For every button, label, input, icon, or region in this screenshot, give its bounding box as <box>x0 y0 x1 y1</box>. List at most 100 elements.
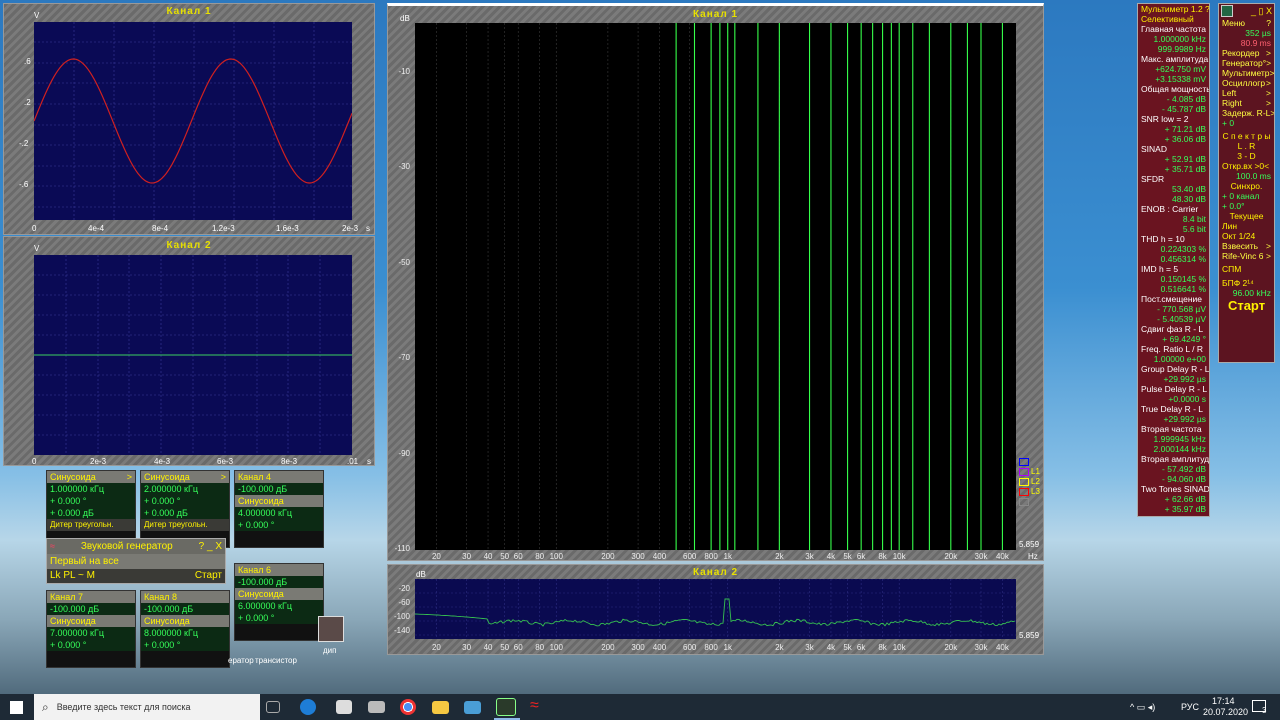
gen-1-amplitude[interactable]: + 0.000 дБ <box>47 507 135 519</box>
gen-2-phase[interactable]: + 0.000 ° <box>141 495 229 507</box>
generator-channel-6[interactable]: Канал 6 -100.000 дБ Синусоида 6.000000 к… <box>234 563 324 641</box>
fft-2-xtick: 20k <box>944 643 958 652</box>
gen-1-waveform[interactable]: Синусоида > <box>47 471 135 483</box>
gen-8-waveform[interactable]: Синусоида <box>141 615 229 627</box>
desktop-icon-image[interactable] <box>318 616 344 642</box>
fft-1-plot[interactable] <box>415 23 1016 550</box>
notification-badge: 3 <box>1262 706 1267 715</box>
gen-2-frequency[interactable]: 2.000000 кГц <box>141 483 229 495</box>
gen-6-phase[interactable]: + 0.000 ° <box>235 612 323 624</box>
gen-4-frequency[interactable]: 4.000000 кГц <box>235 507 323 519</box>
menu-sync[interactable]: Синхро. <box>1219 181 1274 191</box>
taskbar-search-box[interactable]: ⌕ Введите здесь текст для поиска <box>34 694 260 720</box>
fft-1-xtick: 10k <box>892 552 906 561</box>
start-button[interactable]: Старт <box>1219 298 1274 314</box>
gen-7-frequency[interactable]: 7.000000 кГц <box>47 627 135 639</box>
app-icon[interactable] <box>1221 5 1233 17</box>
menu-sync1[interactable]: + 0 канал <box>1219 191 1274 201</box>
menu-sync2[interactable]: + 0.0° <box>1219 201 1274 211</box>
generator-channel-7[interactable]: Канал 7 -100.000 дБ Синусоида 7.000000 к… <box>46 590 136 668</box>
generator-channel-4[interactable]: Канал 4 -100.000 дБ Синусоида 4.000000 к… <box>234 470 324 548</box>
menu-freq: 96.00 kHz <box>1232 288 1271 298</box>
menu-lin[interactable]: Лин <box>1219 221 1274 231</box>
fft-2-plot[interactable] <box>415 579 1016 639</box>
windows-start-icon[interactable] <box>10 701 23 714</box>
menu-item[interactable]: Осциллогр > <box>1219 78 1274 88</box>
generator-channel-2[interactable]: Синусоида > 2.000000 кГц + 0.000 ° + 0.00… <box>140 470 230 548</box>
menu-lr[interactable]: L . R <box>1219 141 1274 151</box>
store-icon[interactable] <box>336 700 352 714</box>
multimeter-value: - 57.492 dB <box>1162 464 1206 474</box>
clock-time[interactable]: 17:14 <box>1212 696 1235 706</box>
gen-7-phase[interactable]: + 0.000 ° <box>47 639 135 651</box>
desktop-icon-label[interactable]: ератор <box>228 656 254 665</box>
generator-first-on-all[interactable]: Первый на все <box>47 554 225 569</box>
desktop-icon-dip[interactable]: дип <box>323 646 336 655</box>
multimeter-value: 2.000144 kHz <box>1153 444 1206 454</box>
task-view-icon[interactable] <box>266 701 280 713</box>
menu-spm[interactable]: СПМ <box>1219 264 1274 274</box>
menu-weigh[interactable]: Взвесить > <box>1219 241 1274 251</box>
scope-2-plot[interactable] <box>34 255 352 455</box>
menu-item[interactable]: Right > <box>1219 98 1274 108</box>
gen-6-waveform[interactable]: Синусоида <box>235 588 323 600</box>
menu-item[interactable]: Left > <box>1219 88 1274 98</box>
menu-item[interactable]: Рекордер > <box>1219 48 1274 58</box>
chrome-icon[interactable] <box>400 699 416 715</box>
generator-mode[interactable]: Lk PL ~ M <box>50 569 95 583</box>
gen-2-waveform[interactable]: Синусоида > <box>141 471 229 483</box>
multimeter-label: Group Delay R - L <box>1141 364 1209 374</box>
gen-1-dither[interactable]: Дитер треугольн. <box>47 519 135 531</box>
gen-2-amplitude[interactable]: + 0.000 дБ <box>141 507 229 519</box>
menu-current[interactable]: Текущее <box>1219 211 1274 221</box>
gen-8-level[interactable]: -100.000 дБ <box>141 603 229 615</box>
multimeter-title[interactable]: Мультиметр 1.2 ? <box>1138 4 1209 14</box>
gen-1-phase[interactable]: + 0.000 ° <box>47 495 135 507</box>
oscilloscope-app-icon[interactable] <box>496 698 516 716</box>
multimeter-label: SNR low = 2 <box>1141 114 1189 124</box>
gen-2-dither[interactable]: Дитер треугольн. <box>141 519 229 531</box>
menu-okt[interactable]: Окт 1/24 <box>1219 231 1274 241</box>
mail-icon[interactable] <box>368 701 385 713</box>
menu-button[interactable]: Меню? <box>1219 18 1274 28</box>
gen-4-level[interactable]: -100.000 дБ <box>235 483 323 495</box>
generator-start-button[interactable]: Старт <box>195 569 222 583</box>
gen-6-frequency[interactable]: 6.000000 кГц <box>235 600 323 612</box>
menu-open-in[interactable]: Откр.вх >0< <box>1219 161 1274 171</box>
desktop-icon-transistor[interactable]: трансистор <box>255 656 297 665</box>
gen-1-frequency[interactable]: 1.000000 кГц <box>47 483 135 495</box>
multimeter-mode[interactable]: Селективный <box>1138 14 1209 24</box>
fft-2-xtick: 1k <box>723 643 732 652</box>
gen-6-level[interactable]: -100.000 дБ <box>235 576 323 588</box>
scope-1-xunit: s <box>366 224 370 233</box>
generator-channel-1[interactable]: Синусоида > 1.000000 кГц + 0.000 ° + 0.00… <box>46 470 136 548</box>
gen-4-waveform[interactable]: Синусоида <box>235 495 323 507</box>
menu-item[interactable]: Мультиметр > <box>1219 68 1274 78</box>
window-controls[interactable]: _ ▯ X <box>1251 6 1272 17</box>
gen-4-phase[interactable]: + 0.000 ° <box>235 519 323 531</box>
edge-icon[interactable] <box>300 699 316 715</box>
menu-3d[interactable]: 3 - D <box>1219 151 1274 161</box>
multimeter-value: + 62.66 dB <box>1164 494 1206 504</box>
menu-item[interactable]: Генератор° > <box>1219 58 1274 68</box>
scope-1-plot[interactable] <box>34 22 352 220</box>
menu-rife[interactable]: Rife-Vinc 6 > <box>1219 251 1274 261</box>
multimeter-label: IMD h = 5 <box>1141 264 1179 274</box>
generator-channel-8[interactable]: Канал 8 -100.000 дБ Синусоида 8.000000 к… <box>140 590 230 668</box>
menu-bpf[interactable]: БПФ 2¹⁴ <box>1219 278 1274 288</box>
explorer-icon[interactable] <box>432 701 449 714</box>
generator-app-icon[interactable]: ≈ <box>530 697 552 717</box>
gen-8-frequency[interactable]: 8.000000 кГц <box>141 627 229 639</box>
fft-1-trace-legend[interactable] <box>1019 458 1029 508</box>
menu-spectra[interactable]: С п е к т р ы <box>1219 131 1274 141</box>
language-indicator[interactable]: РУС <box>1181 702 1199 712</box>
generator-window-controls[interactable]: ? _ X <box>199 539 222 554</box>
multimeter-value: +29.992 µs <box>1163 374 1206 384</box>
tray-icons[interactable]: ^ ▭ ◂) <box>1130 702 1155 713</box>
gen-7-waveform[interactable]: Синусоида <box>47 615 135 627</box>
photos-icon[interactable] <box>464 701 481 714</box>
gen-7-level[interactable]: -100.000 дБ <box>47 603 135 615</box>
clock-date[interactable]: 20.07.2020 <box>1203 707 1248 717</box>
gen-8-phase[interactable]: + 0.000 ° <box>141 639 229 651</box>
menu-item[interactable]: Задерж. R-L > <box>1219 108 1274 118</box>
